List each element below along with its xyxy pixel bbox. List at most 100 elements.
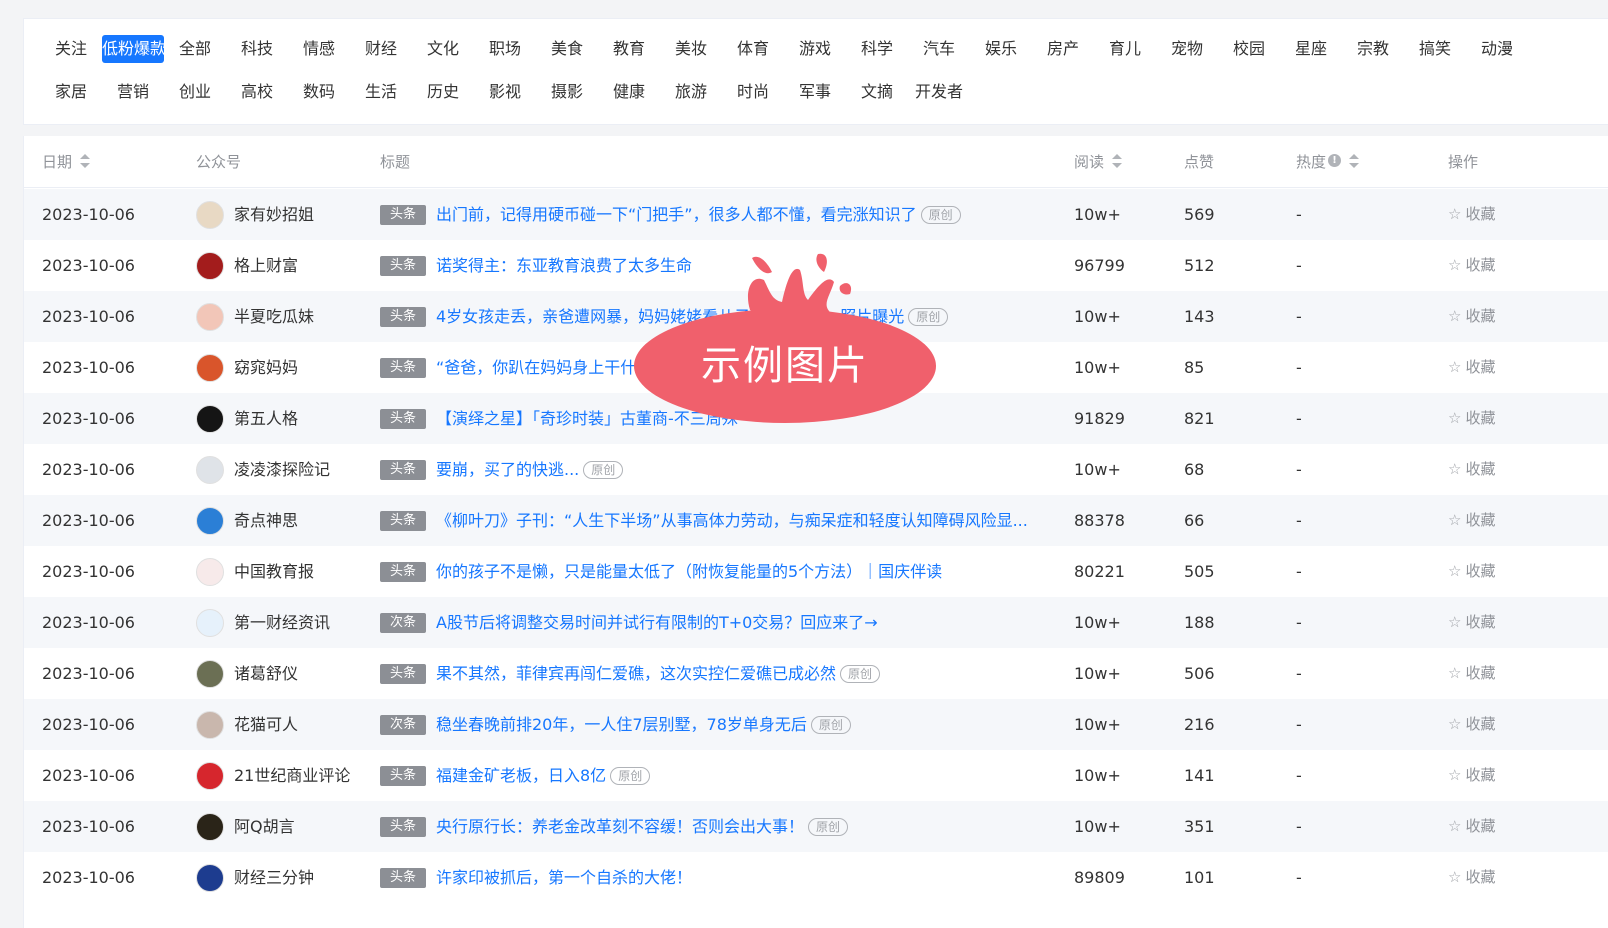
article-title-link[interactable]: A股节后将调整交易时间并试行有限制的T+0交易？回应来了→ (436, 597, 878, 648)
favorite-button[interactable]: ☆ 收藏 (1448, 546, 1495, 597)
favorite-button[interactable]: ☆ 收藏 (1448, 597, 1495, 648)
favorite-button[interactable]: ☆ 收藏 (1448, 189, 1495, 240)
category-tab[interactable]: 高校 (226, 78, 288, 106)
cell-account[interactable]: 阿Q胡言 (196, 801, 295, 852)
category-tab[interactable]: 文摘 (846, 78, 908, 106)
header-heat[interactable]: 热度! (1296, 136, 1360, 188)
category-tab[interactable]: 汽车 (908, 35, 970, 63)
category-tab[interactable]: 搞笑 (1404, 35, 1466, 63)
category-tab[interactable]: 全部 (164, 35, 226, 63)
category-tab[interactable]: 美妆 (660, 35, 722, 63)
article-title-link[interactable]: 福建金矿老板，日入8亿 (436, 750, 606, 801)
cell-title: 头条 果不其然，菲律宾再闯仁爱礁，这次实控仁爱礁已成必然 原创 (380, 648, 881, 699)
article-title-link[interactable]: 央行原行长：养老金改革刻不容缓！否则会出大事！ (436, 801, 804, 852)
cell-account[interactable]: 半夏吃瓜妹 (196, 291, 314, 342)
category-tab[interactable]: 创业 (164, 78, 226, 106)
category-tab[interactable]: 开发者 (908, 78, 970, 106)
table-row: 2023-10-06 财经三分钟 头条 许家印被抓后，第一个自杀的大佬！ 89809 10… (24, 852, 1608, 903)
cell-account[interactable]: 中国教育报 (196, 546, 314, 597)
category-tab[interactable]: 低粉爆款 (102, 35, 166, 63)
article-title-link[interactable]: 要崩，买了的快逃... (436, 444, 579, 495)
info-icon[interactable]: ! (1328, 154, 1342, 167)
category-tab[interactable]: 科技 (226, 35, 288, 63)
star-icon: ☆ (1448, 511, 1462, 529)
header-date[interactable]: 日期 (42, 136, 91, 188)
category-tab[interactable]: 生活 (350, 78, 412, 106)
category-tab[interactable]: 宗教 (1342, 35, 1404, 63)
cell-account[interactable]: 财经三分钟 (196, 852, 314, 903)
category-tab[interactable]: 星座 (1280, 35, 1342, 63)
category-tab[interactable]: 历史 (412, 78, 474, 106)
article-title-link[interactable]: 4岁女孩走丢，亲爸遭网暴，妈妈姥姥看儿子 (436, 291, 750, 342)
cell-account[interactable]: 21世纪商业评论 (196, 750, 350, 801)
article-title-link[interactable]: 稳坐春晚前排20年，一人住7层别墅，78岁单身无后 (436, 699, 807, 750)
favorite-button[interactable]: ☆ 收藏 (1448, 648, 1495, 699)
article-title-link[interactable]: 出门前，记得用硬币碰一下“门把手”，很多人都不懂，看完涨知识了 (436, 189, 917, 240)
category-tab[interactable]: 财经 (350, 35, 412, 63)
account-name: 花猫可人 (234, 715, 299, 734)
cell-account[interactable]: 花猫可人 (196, 699, 298, 750)
cell-account[interactable]: 窈窕妈妈 (196, 342, 298, 393)
category-tab[interactable]: 摄影 (536, 78, 598, 106)
category-tab[interactable]: 校园 (1218, 35, 1280, 63)
cell-account[interactable]: 家有妙招姐 (196, 189, 314, 240)
favorite-button[interactable]: ☆ 收藏 (1448, 852, 1495, 903)
original-badge: 原创 (610, 766, 651, 785)
article-title-link[interactable]: 许家印被抓后，第一个自杀的大佬！ (436, 852, 692, 903)
category-tab[interactable]: 情感 (288, 35, 350, 63)
article-title-link[interactable]: “爸爸，你趴在妈妈身上干什 (436, 342, 636, 393)
article-title-link[interactable]: 果不其然，菲律宾再闯仁爱礁，这次实控仁爱礁已成必然 (436, 648, 836, 699)
favorite-button[interactable]: ☆ 收藏 (1448, 444, 1495, 495)
category-tab[interactable]: 房产 (1032, 35, 1094, 63)
cell-account[interactable]: 格上财富 (196, 240, 298, 291)
category-tab[interactable]: 时尚 (722, 78, 784, 106)
category-tab[interactable]: 关注 (40, 35, 102, 63)
category-tab[interactable]: 职场 (474, 35, 536, 63)
article-title-link[interactable]: 你的孩子不是懒，只是能量太低了（附恢复能量的5个方法）｜国庆伴读 (436, 546, 942, 597)
header-like: 点赞 (1184, 136, 1214, 188)
category-tab[interactable]: 文化 (412, 35, 474, 63)
favorite-button[interactable]: ☆ 收藏 (1448, 801, 1495, 852)
favorite-button[interactable]: ☆ 收藏 (1448, 291, 1495, 342)
favorite-button[interactable]: ☆ 收藏 (1448, 699, 1495, 750)
category-tab[interactable]: 健康 (598, 78, 660, 106)
avatar (196, 812, 224, 841)
cell-account[interactable]: 第五人格 (196, 393, 298, 444)
category-tab[interactable]: 数码 (288, 78, 350, 106)
category-tab[interactable]: 影视 (474, 78, 536, 106)
category-tab[interactable]: 育儿 (1094, 35, 1156, 63)
cell-like: 821 (1184, 409, 1215, 428)
sort-icon[interactable] (1349, 153, 1360, 168)
cell-account[interactable]: 凌凌漆探险记 (196, 444, 330, 495)
category-tab[interactable]: 科学 (846, 35, 908, 63)
category-tab[interactable]: 宠物 (1156, 35, 1218, 63)
category-tab[interactable]: 军事 (784, 78, 846, 106)
star-icon: ☆ (1448, 613, 1462, 631)
header-read[interactable]: 阅读 (1074, 136, 1123, 188)
cell-account[interactable]: 诸葛舒仪 (196, 648, 298, 699)
category-tab[interactable]: 体育 (722, 35, 784, 63)
favorite-button[interactable]: ☆ 收藏 (1448, 393, 1495, 444)
favorite-button[interactable]: ☆ 收藏 (1448, 750, 1495, 801)
article-title-tail[interactable]: 照片曝光 (840, 291, 904, 342)
category-tab[interactable]: 旅游 (660, 78, 722, 106)
category-tab[interactable]: 动漫 (1466, 35, 1528, 63)
category-tab[interactable]: 教育 (598, 35, 660, 63)
category-tab[interactable]: 家居 (40, 78, 102, 106)
sort-icon[interactable] (80, 153, 91, 168)
category-tab[interactable]: 营销 (102, 78, 164, 106)
favorite-button[interactable]: ☆ 收藏 (1448, 342, 1495, 393)
category-tab[interactable]: 娱乐 (970, 35, 1032, 63)
favorite-button[interactable]: ☆ 收藏 (1448, 240, 1495, 291)
sort-icon[interactable] (1112, 153, 1123, 168)
category-tab[interactable]: 游戏 (784, 35, 846, 63)
favorite-label: 收藏 (1465, 511, 1496, 529)
article-title-link[interactable]: 《柳叶刀》子刊：“人生下半场”从事高体力劳动，与痴呆症和轻度认知障碍风险显... (436, 495, 1028, 546)
article-title-link[interactable]: 【演绎之星】「奇珍时装」古董商-不三周殊 (436, 393, 738, 444)
cell-account[interactable]: 第一财经资讯 (196, 597, 330, 648)
favorite-label: 收藏 (1465, 256, 1496, 274)
article-title-link[interactable]: 诺奖得主：东亚教育浪费了太多生命 (436, 240, 692, 291)
cell-account[interactable]: 奇点神思 (196, 495, 298, 546)
category-tab[interactable]: 美食 (536, 35, 598, 63)
favorite-button[interactable]: ☆ 收藏 (1448, 495, 1495, 546)
